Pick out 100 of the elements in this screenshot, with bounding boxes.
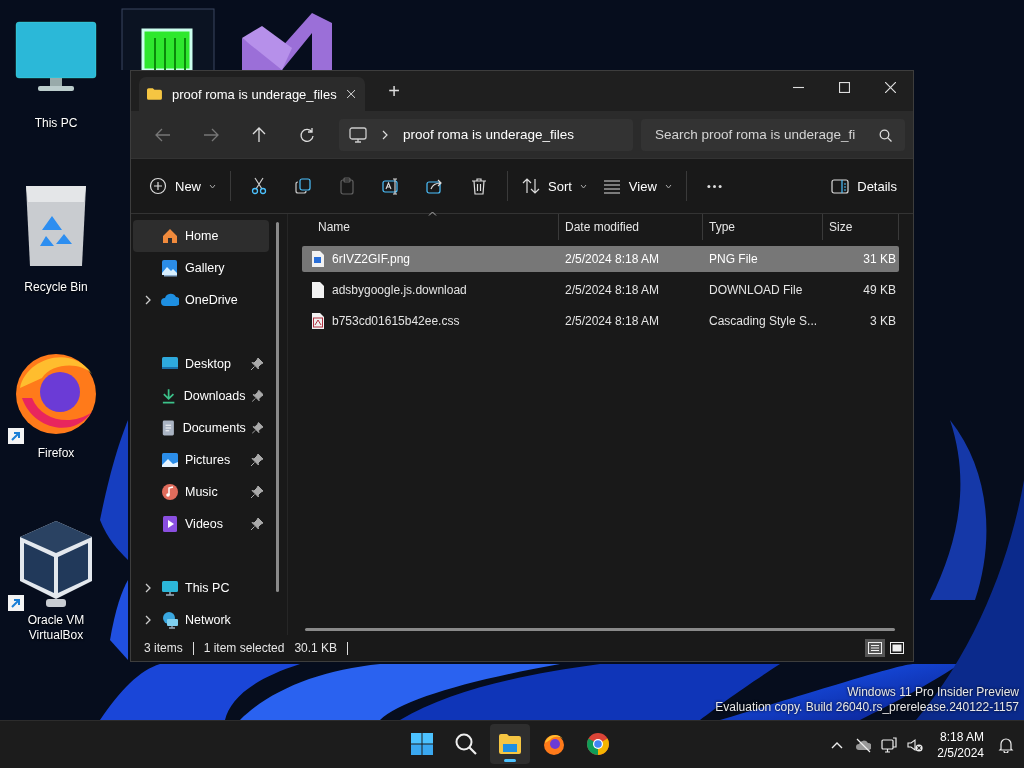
breadcrumb[interactable]: proof roma is underage_files bbox=[403, 127, 575, 142]
table-cell-text: 31 KB bbox=[862, 252, 897, 266]
nav-item[interactable]: Network bbox=[133, 604, 269, 636]
details-view-icon bbox=[868, 642, 882, 654]
view-button[interactable]: View bbox=[596, 168, 678, 204]
icon-label[interactable]: Recycle Bin bbox=[11, 280, 101, 295]
forward-icon[interactable] bbox=[203, 126, 219, 143]
table-cell-text: 3 KB bbox=[869, 314, 897, 328]
table-cell-text: 2/5/2024 8:18 AM bbox=[564, 314, 661, 328]
sort-arrows-icon bbox=[522, 177, 540, 195]
copy-icon bbox=[294, 177, 312, 195]
status-text: 3 items bbox=[144, 641, 183, 655]
plus-circle-icon bbox=[149, 177, 167, 195]
nav-item[interactable]: Home bbox=[133, 220, 269, 252]
tiles-view-button[interactable] bbox=[887, 639, 907, 657]
file-row[interactable]: b753cd01615b42ee.css 2/5/2024 8:18 AM Cascading Style S... 3 KB bbox=[302, 308, 899, 334]
status-text: 1 item selected bbox=[203, 641, 285, 655]
icon-label[interactable]: Oracle VM VirtualBox bbox=[11, 613, 101, 643]
music-icon bbox=[161, 483, 179, 501]
folder-icon bbox=[498, 732, 522, 756]
table-cell-text: 2/5/2024 8:18 AM bbox=[564, 252, 661, 266]
up-arrow-icon[interactable] bbox=[251, 126, 267, 143]
nav-item[interactable]: Gallery bbox=[133, 252, 269, 284]
share-icon bbox=[426, 177, 444, 195]
table-cell-text: 49 KB bbox=[862, 283, 897, 297]
tab[interactable]: proof roma is underage_files bbox=[139, 77, 365, 111]
nav-item[interactable]: Desktop bbox=[133, 348, 269, 380]
nav-item[interactable]: This PC bbox=[133, 572, 269, 604]
network-icon[interactable] bbox=[881, 736, 898, 753]
tiles-view-icon bbox=[890, 642, 904, 654]
search-icon bbox=[454, 732, 478, 756]
more-icon bbox=[707, 184, 723, 188]
volume-muted-icon[interactable] bbox=[907, 736, 924, 753]
nav-item[interactable]: Pictures bbox=[133, 444, 269, 476]
cut-icon bbox=[250, 177, 268, 195]
nav-item[interactable]: Downloads bbox=[133, 380, 269, 412]
picture-icon bbox=[161, 451, 179, 469]
table-cell-text: Cascading Style S... bbox=[708, 314, 819, 328]
column-header[interactable]: Name bbox=[302, 214, 559, 240]
cloud-icon bbox=[161, 291, 179, 309]
clock-date[interactable]: 2/5/2024 bbox=[937, 744, 984, 761]
monitor-icon bbox=[161, 579, 179, 597]
image-file-icon bbox=[310, 251, 326, 267]
file-row[interactable]: adsbygoogle.js.download 2/5/2024 8:18 AM DOWNLOAD File 49 KB bbox=[302, 277, 899, 303]
file-name: 6rIVZ2GIF.png bbox=[332, 252, 411, 266]
table-cell-text: 2/5/2024 8:18 AM bbox=[564, 283, 661, 297]
blank-file-icon bbox=[310, 282, 326, 298]
scroll-bar[interactable] bbox=[276, 222, 279, 592]
tab-title: proof roma is underage_files bbox=[171, 86, 337, 102]
chevron-icon bbox=[381, 129, 389, 140]
status-text: 30.1 KB bbox=[294, 641, 338, 655]
css-file-icon bbox=[310, 313, 326, 329]
windows-logo-icon bbox=[410, 732, 434, 756]
search-field[interactable]: Search proof roma is underage_fi bbox=[641, 118, 905, 151]
browser-ring-icon bbox=[586, 732, 610, 756]
column-header[interactable]: Date modified bbox=[559, 214, 703, 240]
scroll-bar[interactable] bbox=[305, 628, 895, 631]
clipboard-icon bbox=[338, 177, 356, 195]
network-icon bbox=[161, 611, 179, 629]
table-cell-text: PNG File bbox=[708, 252, 759, 266]
nav-item[interactable]: Music bbox=[133, 476, 269, 508]
nav-item[interactable]: OneDrive bbox=[133, 284, 269, 316]
column-header[interactable]: Size bbox=[823, 214, 899, 240]
icon-label[interactable]: This PC bbox=[11, 116, 101, 131]
table-cell-text: DOWNLOAD File bbox=[708, 283, 804, 297]
close-icon bbox=[346, 89, 355, 99]
fox-globe-icon bbox=[542, 732, 566, 756]
gallery-icon bbox=[161, 259, 179, 277]
icon-label[interactable]: Firefox bbox=[11, 446, 101, 461]
trash-icon bbox=[470, 177, 488, 195]
file-name: adsbygoogle.js.download bbox=[332, 283, 467, 297]
details-pane-icon bbox=[831, 177, 850, 195]
search-icon bbox=[879, 128, 892, 142]
sort-button[interactable]: Sort bbox=[516, 168, 593, 204]
cloud-off-icon[interactable] bbox=[855, 736, 872, 753]
explorer-taskbar-button[interactable] bbox=[490, 724, 530, 764]
new-tab-button[interactable]: + bbox=[377, 76, 411, 106]
nav-item[interactable]: Videos bbox=[133, 508, 269, 540]
refresh-icon[interactable] bbox=[299, 126, 315, 143]
monitor-icon bbox=[349, 126, 367, 143]
video-icon bbox=[161, 515, 179, 533]
new-button[interactable]: New bbox=[143, 168, 222, 204]
details-button[interactable]: Details bbox=[825, 168, 903, 204]
details-view-button[interactable] bbox=[865, 639, 885, 657]
house-icon bbox=[161, 227, 179, 245]
rename-icon bbox=[382, 177, 400, 195]
address-bar[interactable]: proof roma is underage_files bbox=[339, 118, 633, 151]
folder-icon bbox=[147, 87, 162, 101]
bell-icon[interactable] bbox=[998, 736, 1014, 753]
file-name: b753cd01615b42ee.css bbox=[332, 314, 460, 328]
back-icon[interactable] bbox=[155, 126, 171, 143]
clock-time[interactable]: 8:18 AM bbox=[939, 728, 984, 745]
maximize-icon[interactable] bbox=[838, 81, 850, 93]
battery-meter-icon bbox=[121, 8, 215, 70]
close-icon[interactable] bbox=[884, 81, 896, 93]
nav-item[interactable]: Documents bbox=[133, 412, 269, 444]
lines-icon bbox=[602, 177, 621, 195]
file-row[interactable]: 6rIVZ2GIF.png 2/5/2024 8:18 AM PNG File 31 KB bbox=[302, 246, 899, 272]
watermark-text: Windows 11 Pro Insider Preview bbox=[847, 685, 1019, 700]
column-header[interactable]: Type bbox=[703, 214, 823, 240]
